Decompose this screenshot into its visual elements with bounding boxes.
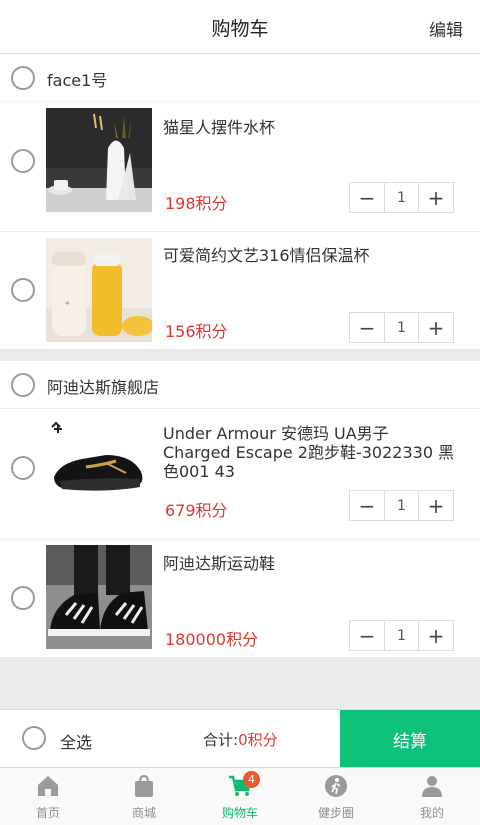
- product-name[interactable]: 阿迪达斯运动鞋: [163, 554, 458, 573]
- cart-item: Under Armour 安德玛 UA男子 Charged Escape 2跑步…: [0, 409, 480, 540]
- tab-bar: 首页 商城 4 购物车 健步圈 我的: [0, 767, 480, 825]
- edit-button[interactable]: 编辑: [429, 16, 463, 41]
- tab-label: 商城: [131, 806, 156, 820]
- tab-label: 购物车: [221, 806, 258, 820]
- quantity-value[interactable]: 1: [384, 183, 419, 212]
- checkout-button[interactable]: 结算: [340, 710, 480, 768]
- tab-me[interactable]: 我的: [384, 768, 480, 825]
- product-image[interactable]: ✦: [46, 238, 152, 342]
- item-select-radio[interactable]: [11, 456, 35, 480]
- quantity-stepper: − 1 +: [349, 182, 454, 213]
- shop-name[interactable]: face1号: [47, 67, 107, 91]
- tab-label: 我的: [419, 806, 444, 820]
- decrease-button[interactable]: −: [350, 183, 384, 212]
- quantity-stepper: − 1 +: [349, 620, 454, 651]
- product-image[interactable]: [46, 545, 152, 649]
- quantity-value[interactable]: 1: [384, 621, 419, 650]
- quantity-value[interactable]: 1: [384, 313, 419, 342]
- tab-label: 首页: [35, 806, 60, 820]
- select-all-radio[interactable]: [22, 726, 46, 750]
- tab-cart[interactable]: 4 购物车: [192, 768, 288, 825]
- increase-button[interactable]: +: [419, 491, 453, 520]
- total-label: 合计:: [203, 731, 239, 749]
- walking-icon: [324, 774, 348, 798]
- item-select-radio[interactable]: [11, 149, 35, 173]
- select-all-label[interactable]: 全选: [60, 729, 92, 753]
- cart-count-badge: 4: [243, 771, 260, 788]
- home-icon: [36, 774, 60, 798]
- decrease-button[interactable]: −: [350, 491, 384, 520]
- product-price: 198积分: [165, 194, 228, 213]
- quantity-stepper: − 1 +: [349, 490, 454, 521]
- total-value: 0积分: [238, 731, 278, 749]
- item-select-radio[interactable]: [11, 586, 35, 610]
- shop-name[interactable]: 阿迪达斯旗舰店: [47, 374, 159, 398]
- tab-walking-circle[interactable]: 健步圈: [288, 768, 384, 825]
- shop-header: face1号: [0, 54, 480, 102]
- user-icon: [420, 774, 444, 798]
- cart-screen: 购物车 编辑 face1号 猫星人摆件水杯 198积分 − 1 + ✦ 可爱简约…: [0, 0, 480, 825]
- cart-item: 猫星人摆件水杯 198积分 − 1 +: [0, 102, 480, 232]
- shopping-bag-icon: [132, 774, 156, 798]
- svg-text:✦: ✦: [64, 299, 71, 308]
- total-price: 合计:0积分: [203, 729, 278, 750]
- product-name[interactable]: 可爱简约文艺316情侣保温杯: [163, 246, 458, 265]
- cart-item: ✦ 可爱简约文艺316情侣保温杯 156积分 − 1 +: [0, 232, 480, 349]
- decrease-button[interactable]: −: [350, 621, 384, 650]
- product-image[interactable]: [46, 415, 152, 519]
- quantity-stepper: − 1 +: [349, 312, 454, 343]
- product-price: 679积分: [165, 501, 228, 520]
- product-name[interactable]: 猫星人摆件水杯: [163, 118, 458, 137]
- increase-button[interactable]: +: [419, 313, 453, 342]
- tab-label: 健步圈: [317, 806, 354, 820]
- checkout-bar: 全选 合计:0积分 结算: [0, 709, 480, 768]
- shop-select-radio[interactable]: [11, 66, 35, 90]
- increase-button[interactable]: +: [419, 621, 453, 650]
- product-name[interactable]: Under Armour 安德玛 UA男子 Charged Escape 2跑步…: [163, 424, 458, 481]
- shop-select-radio[interactable]: [11, 373, 35, 397]
- page-title: 购物车: [211, 18, 269, 40]
- header-bar: 购物车 编辑: [0, 0, 480, 54]
- increase-button[interactable]: +: [419, 183, 453, 212]
- decrease-button[interactable]: −: [350, 313, 384, 342]
- product-price: 180000积分: [165, 630, 259, 649]
- shop-header: 阿迪达斯旗舰店: [0, 361, 480, 409]
- product-image[interactable]: [46, 108, 152, 212]
- item-select-radio[interactable]: [11, 278, 35, 302]
- cart-item: 阿迪达斯运动鞋 180000积分 − 1 +: [0, 540, 480, 657]
- product-price: 156积分: [165, 322, 228, 341]
- quantity-value[interactable]: 1: [384, 491, 419, 520]
- tab-mall[interactable]: 商城: [96, 768, 192, 825]
- tab-home[interactable]: 首页: [0, 768, 96, 825]
